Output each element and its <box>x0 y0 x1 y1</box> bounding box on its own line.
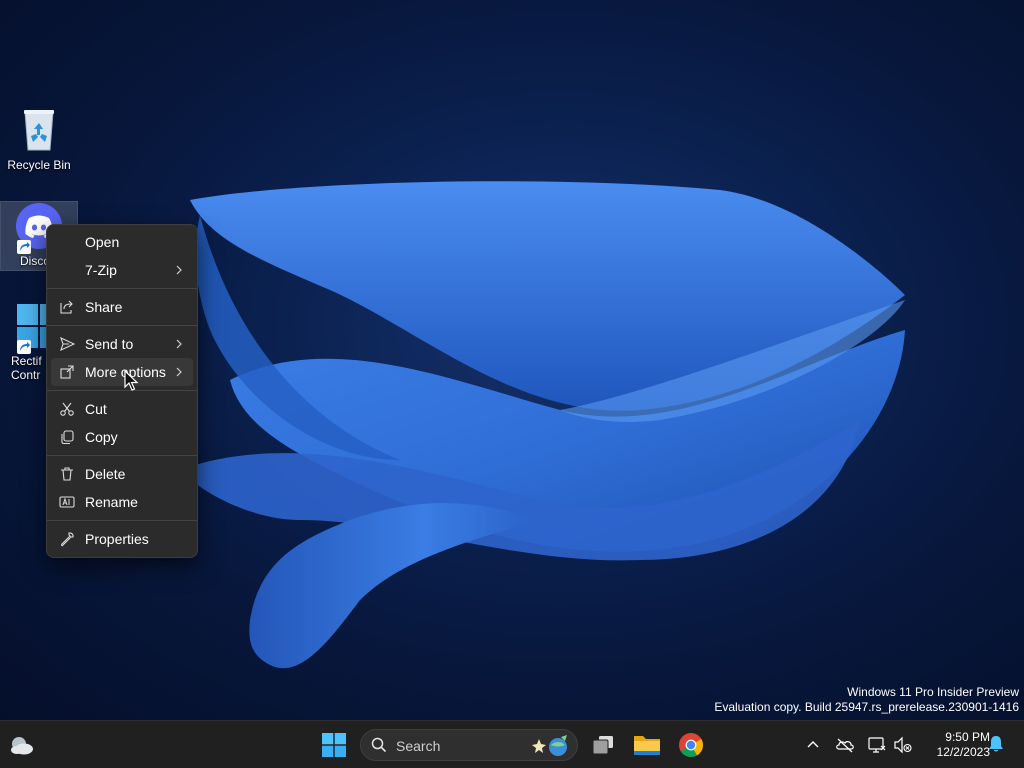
taskbar-clock[interactable]: 9:50 PM 12/2/2023 <box>918 730 990 760</box>
chevron-right-icon <box>176 367 182 377</box>
context-menu: Open 7-Zip Share Send to More options Cu… <box>46 224 198 558</box>
menu-separator <box>47 325 197 326</box>
copy-icon <box>61 430 74 445</box>
rename-icon <box>59 496 75 508</box>
chevron-right-icon <box>176 339 182 349</box>
network-icon[interactable] <box>867 735 887 755</box>
menu-item-more-options[interactable]: More options <box>51 358 193 386</box>
scissors-icon <box>60 402 74 416</box>
desktop-icon-label: Rectif Contr <box>11 354 42 382</box>
shortcut-arrow-icon <box>17 240 31 254</box>
chevron-up-icon[interactable] <box>803 735 823 755</box>
menu-item-share[interactable]: Share <box>51 293 193 321</box>
weather-widget-button[interactable] <box>4 727 40 763</box>
chrome-button[interactable] <box>673 727 709 763</box>
task-view-button[interactable] <box>585 727 621 763</box>
menu-item-open[interactable]: Open <box>51 228 193 256</box>
volume-muted-icon[interactable] <box>893 735 913 755</box>
menu-separator <box>47 390 197 391</box>
recycle-bin-icon <box>15 106 63 154</box>
menu-item-7zip[interactable]: 7-Zip <box>51 256 193 284</box>
task-view-icon <box>592 736 613 755</box>
menu-item-rename[interactable]: Rename <box>51 488 193 516</box>
menu-item-delete[interactable]: Delete <box>51 460 193 488</box>
send-icon <box>60 336 75 352</box>
menu-separator <box>47 520 197 521</box>
clock-time: 9:50 PM <box>945 730 990 744</box>
search-highlight-icon <box>532 735 567 756</box>
watermark-line-1: Windows 11 Pro Insider Preview <box>847 685 1019 699</box>
taskbar: Search 9:50 PM 12/2/2023 <box>0 720 1024 768</box>
weather-cloud-icon <box>11 737 33 755</box>
desktop-icon-label: Recycle Bin <box>7 158 71 172</box>
file-explorer-icon <box>634 736 660 755</box>
search-icon <box>371 737 387 753</box>
menu-item-cut[interactable]: Cut <box>51 395 193 423</box>
mouse-cursor-icon <box>124 370 139 391</box>
menu-separator <box>47 455 197 456</box>
share-icon <box>60 300 73 314</box>
start-button[interactable] <box>316 727 352 763</box>
menu-item-send-to[interactable]: Send to <box>51 330 193 358</box>
bell-icon[interactable] <box>986 734 1006 754</box>
desktop-icon-recycle-bin[interactable]: Recycle Bin <box>1 104 77 174</box>
desktop[interactable]: Recycle Bin Disco Rectif Contr Open 7-Zi… <box>0 0 1024 720</box>
menu-item-properties[interactable]: Properties <box>51 525 193 553</box>
more-options-icon <box>60 365 74 379</box>
file-explorer-button[interactable] <box>629 727 665 763</box>
evaluation-watermark: Windows 11 Pro Insider Preview Evaluatio… <box>714 685 1019 715</box>
chevron-right-icon <box>176 265 182 275</box>
taskbar-search-box[interactable]: Search <box>360 729 578 761</box>
watermark-line-2: Evaluation copy. Build 25947.rs_prerelea… <box>714 700 1019 714</box>
menu-separator <box>47 288 197 289</box>
menu-item-copy[interactable]: Copy <box>51 423 193 451</box>
shortcut-arrow-icon <box>17 340 31 354</box>
wrench-icon <box>60 532 74 547</box>
clock-date: 12/2/2023 <box>936 745 990 759</box>
start-icon <box>322 733 346 757</box>
search-placeholder: Search <box>396 738 441 754</box>
trash-icon <box>61 467 73 481</box>
onedrive-icon[interactable] <box>835 735 855 755</box>
chrome-icon <box>679 733 703 758</box>
